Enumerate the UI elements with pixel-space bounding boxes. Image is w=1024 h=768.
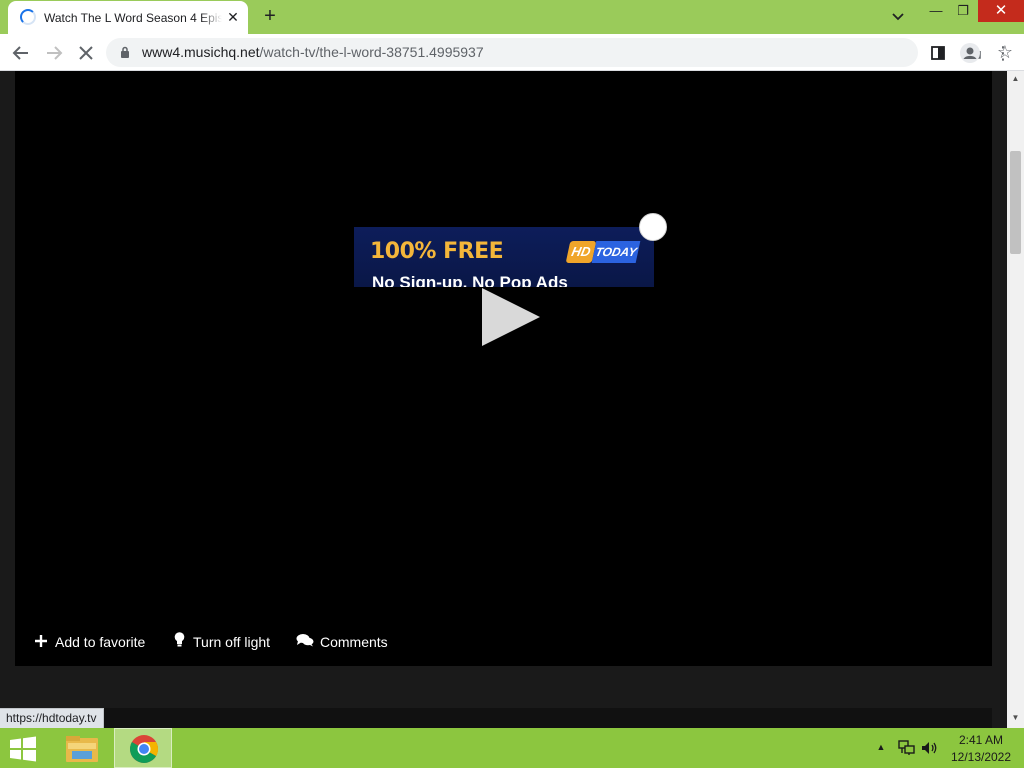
- lock-icon[interactable]: [120, 46, 130, 58]
- ad-headline: 100% FREE: [370, 239, 504, 264]
- chrome-icon: [130, 735, 158, 763]
- play-icon[interactable]: [480, 287, 542, 347]
- url-host: www4.musichq.net: [142, 44, 260, 60]
- ad-banner[interactable]: 100% FREE HD TODAY No Sign-up, No Pop Ad…: [354, 227, 654, 287]
- address-bar[interactable]: www4.musichq.net/watch-tv/the-l-word-387…: [106, 38, 1013, 67]
- side-panel-icon[interactable]: [925, 40, 951, 66]
- tab-close-icon[interactable]: ✕: [224, 8, 242, 26]
- chrome-taskbar-button[interactable]: [114, 728, 172, 768]
- hdtoday-logo: HD TODAY: [564, 239, 641, 265]
- windows-taskbar: ▲ 2:41 AM 12/13/2022: [0, 728, 1024, 768]
- add-to-favorite-label: Add to favorite: [55, 634, 146, 650]
- page-scrollbar[interactable]: ▲ ▼: [1007, 71, 1024, 728]
- tab-title: Watch The L Word Season 4 Episode: [44, 11, 222, 25]
- tray-expand-icon[interactable]: ▲: [874, 740, 888, 754]
- lightbulb-icon: [171, 632, 187, 652]
- scrollbar-thumb[interactable]: [1010, 151, 1021, 254]
- browser-titlebar: Watch The L Word Season 4 Episode ✕ + — …: [0, 0, 1024, 34]
- tab-search-chevron-icon[interactable]: [888, 8, 908, 26]
- clock-date[interactable]: 12/13/2022: [950, 750, 1012, 764]
- volume-icon[interactable]: [921, 740, 939, 756]
- stop-loading-button[interactable]: [73, 40, 99, 66]
- comments-label: Comments: [320, 634, 388, 650]
- file-explorer-icon[interactable]: [60, 730, 104, 766]
- forward-button[interactable]: [41, 40, 67, 66]
- plus-icon: [33, 632, 49, 652]
- ad-close-button[interactable]: [639, 213, 667, 241]
- scroll-up-arrow-icon[interactable]: ▲: [1007, 73, 1024, 85]
- scroll-down-arrow-icon[interactable]: ▼: [1007, 712, 1024, 724]
- video-player[interactable]: 100% FREE HD TODAY No Sign-up, No Pop Ad…: [15, 71, 992, 666]
- logo-today: TODAY: [591, 241, 641, 263]
- new-tab-button[interactable]: +: [258, 5, 282, 29]
- restore-button[interactable]: ❐: [948, 0, 978, 22]
- turn-off-light-button[interactable]: Turn off light: [171, 632, 270, 652]
- windows-start-icon[interactable]: [8, 736, 38, 762]
- add-to-favorite-button[interactable]: Add to favorite: [33, 632, 145, 652]
- comments-button[interactable]: Comments: [296, 632, 388, 652]
- loading-spinner-icon: [20, 9, 36, 25]
- browser-toolbar: www4.musichq.net/watch-tv/the-l-word-387…: [0, 34, 1024, 71]
- url-text[interactable]: www4.musichq.net/watch-tv/the-l-word-387…: [142, 44, 484, 61]
- page-content: 100% FREE HD TODAY No Sign-up, No Pop Ad…: [0, 71, 1007, 728]
- turn-off-light-label: Turn off light: [193, 634, 271, 650]
- url-path: /watch-tv/the-l-word-38751.4995937: [259, 44, 484, 60]
- comments-icon: [296, 632, 314, 652]
- network-icon[interactable]: [898, 740, 916, 756]
- minimize-button[interactable]: —: [921, 0, 951, 22]
- browser-tab[interactable]: Watch The L Word Season 4 Episode ✕: [8, 1, 248, 34]
- window-close-button[interactable]: ✕: [978, 0, 1024, 22]
- back-button[interactable]: [8, 40, 34, 66]
- content-section: [15, 708, 992, 728]
- browser-menu-icon[interactable]: ⋮: [990, 40, 1016, 66]
- link-status-bubble: https://hdtoday.tv: [0, 708, 104, 728]
- profile-avatar-icon[interactable]: [957, 40, 983, 66]
- clock-time[interactable]: 2:41 AM: [950, 733, 1012, 747]
- ad-subline: No Sign-up, No Pop Ads: [372, 273, 568, 287]
